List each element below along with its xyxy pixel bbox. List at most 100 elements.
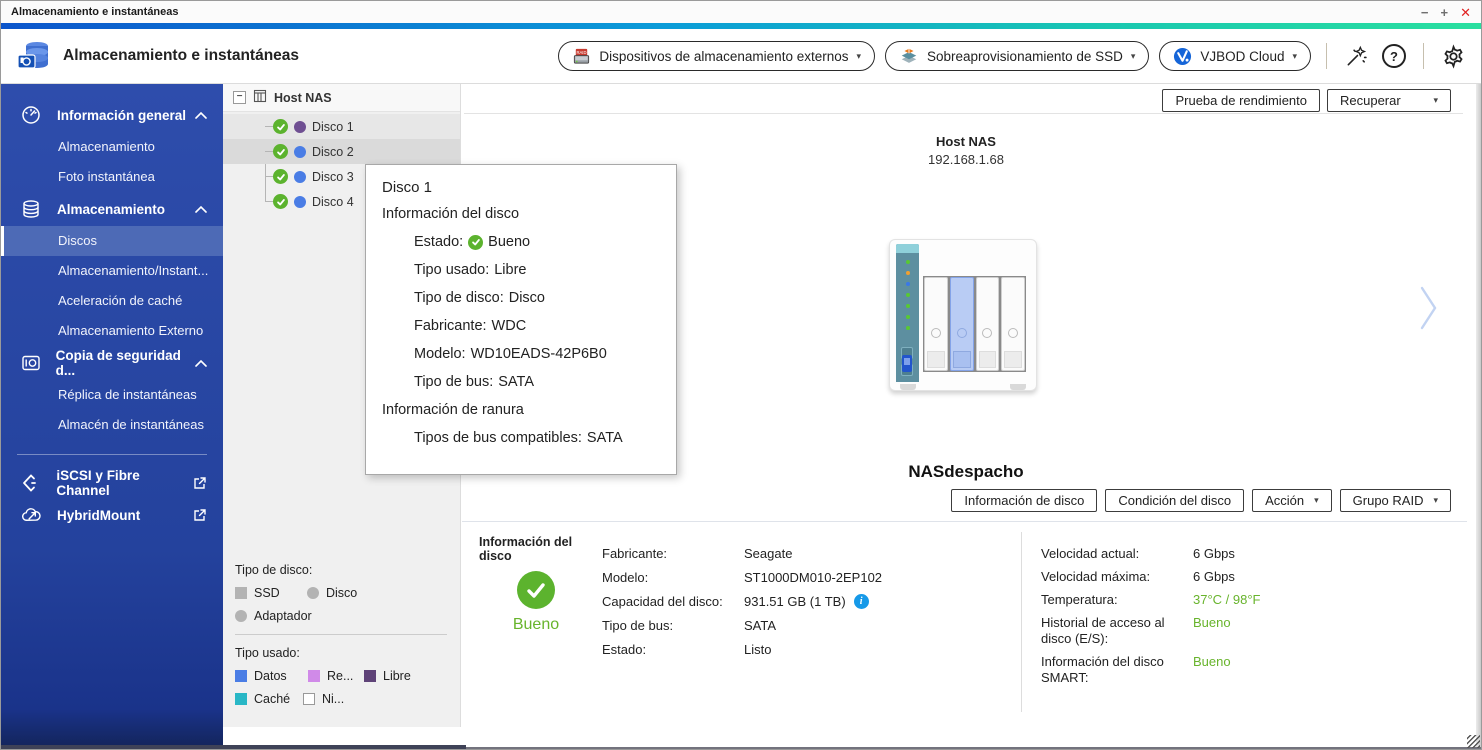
ssd-overprovisioning-icon xyxy=(899,47,919,66)
external-link-icon xyxy=(193,476,207,490)
section-label: Información general xyxy=(57,107,187,123)
tree-connector xyxy=(265,151,273,152)
tooltip-label: Tipos de bus compatibles: xyxy=(414,430,582,446)
nas-usb-port xyxy=(902,355,912,372)
sidebar-item-replica-de-instantaneas[interactable]: Réplica de instantáneas xyxy=(1,380,223,410)
status-good-icon xyxy=(273,169,288,184)
help-icon[interactable]: ? xyxy=(1380,44,1408,68)
tree-root-host-nas[interactable]: − Host NAS xyxy=(223,84,460,112)
section-label: Copia de seguridad d... xyxy=(55,348,181,378)
detail-row: Velocidad máxima: 6 Gbps xyxy=(1041,569,1441,585)
resize-grip[interactable] xyxy=(1467,735,1480,748)
tree-connector xyxy=(265,126,273,127)
status-good-icon xyxy=(273,144,288,159)
accion-button[interactable]: Acción ▾ xyxy=(1252,489,1332,512)
dispositivos-de-almacenamiento-externos-button[interactable]: RAID Dispositivos de almacenamiento exte… xyxy=(558,41,876,71)
tooltip-value: SATA xyxy=(586,430,623,446)
detail-label: Fabricante: xyxy=(602,546,668,561)
info-icon[interactable]: i xyxy=(853,594,869,609)
nas-drive-bays xyxy=(923,276,1026,372)
disk-tooltip: Disco 1 Información del disco Estado: Bue… xyxy=(365,164,677,475)
disk-type-dot xyxy=(294,195,306,208)
tree-item-label: Disco 4 xyxy=(312,194,354,209)
tree-root-label: Host NAS xyxy=(274,90,332,105)
sidebar-item-aceleracion-de-cache[interactable]: Aceleración de caché xyxy=(1,286,223,316)
sidebar-item-almacenamiento-instant[interactable]: Almacenamiento/Instant... xyxy=(1,256,223,286)
nas-led xyxy=(906,293,910,297)
sidebar-item-almacenamiento[interactable]: Almacenamiento xyxy=(1,132,223,162)
detail-label: Tipo de bus: xyxy=(602,618,674,633)
nas-led xyxy=(906,326,910,330)
detail-value: 931.51 GB (1 TB) i xyxy=(744,594,882,609)
bay-lock xyxy=(956,327,967,338)
legend-label: Ni... xyxy=(322,692,345,706)
sobreaprovisionamiento-de-ssd-button[interactable]: Sobreaprovisionamiento de SSD ▾ xyxy=(885,41,1150,71)
host-block: Host NAS 192.168.1.68 xyxy=(462,84,1470,167)
detail-value: 37°C / 98°F xyxy=(1193,592,1261,607)
legend-swatch xyxy=(235,587,247,599)
legend-item-cache: Caché xyxy=(235,692,303,706)
legend-label: Disco xyxy=(326,586,358,600)
sidebar-item-almacenamiento-externo[interactable]: Almacenamiento Externo xyxy=(1,316,223,346)
detail-label: Velocidad actual: xyxy=(1041,546,1140,561)
chevron-up-icon[interactable] xyxy=(195,205,207,213)
chevron-up-icon[interactable] xyxy=(195,359,207,367)
legend-swatch xyxy=(303,693,315,705)
toolbar-divider xyxy=(1423,43,1424,69)
disk-health: Bueno xyxy=(497,571,575,634)
tree-item-disco-2[interactable]: Disco 2 xyxy=(223,139,460,164)
bay-lock xyxy=(982,327,993,338)
condicion-del-disco-button[interactable]: Condición del disco xyxy=(1105,489,1245,512)
collapse-icon[interactable]: − xyxy=(233,91,246,104)
sidebar-link-iscsi-y-fibre-channel[interactable]: iSCSI y Fibre Channel xyxy=(1,467,223,499)
detail-label: Capacidad del disco: xyxy=(602,594,723,609)
sidebar-section-informacion-general[interactable]: Información general xyxy=(1,98,223,132)
external-storage-raid-icon: RAID xyxy=(572,47,591,66)
title-bar: Almacenamiento e instantáneas − + ✕ xyxy=(1,1,1481,23)
grupo-raid-button[interactable]: Grupo RAID ▾ xyxy=(1339,489,1451,512)
magic-wand-icon[interactable] xyxy=(1342,45,1370,68)
close-button[interactable]: ✕ xyxy=(1460,6,1471,19)
sidebar-section-almacenamiento[interactable]: Almacenamiento xyxy=(1,192,223,226)
tooltip-value: Bueno xyxy=(488,234,531,250)
button-label: VJBOD Cloud xyxy=(1200,48,1285,64)
vjbod-cloud-icon xyxy=(1173,47,1192,66)
tooltip-row-estado: Estado: Bueno xyxy=(414,234,660,250)
sidebar-item-discos[interactable]: Discos xyxy=(1,226,223,256)
tree-connector xyxy=(265,201,273,202)
tooltip-value: WD10EADS-42P6B0 xyxy=(470,346,607,362)
chevron-up-icon[interactable] xyxy=(195,111,207,119)
tooltip-section-header: Información de ranura xyxy=(382,402,524,418)
tree-item-disco-1[interactable]: Disco 1 xyxy=(223,114,460,139)
sidebar-item-foto-instantanea[interactable]: Foto instantánea xyxy=(1,162,223,192)
tooltip-title: Disco 1 xyxy=(382,179,433,196)
detail-value: SATA xyxy=(744,618,777,633)
legend-label: Libre xyxy=(383,669,411,683)
status-good-icon xyxy=(517,571,555,609)
scrollbar-track[interactable] xyxy=(1476,84,1481,749)
minimize-button[interactable]: − xyxy=(1421,6,1429,19)
link-label: HybridMount xyxy=(57,507,141,523)
drive-bay-3[interactable] xyxy=(975,277,1000,371)
drive-bay-2[interactable] xyxy=(949,277,974,371)
maximize-button[interactable]: + xyxy=(1441,6,1449,19)
informacion-de-disco-button[interactable]: Información de disco xyxy=(951,489,1098,512)
sidebar-item-almacen-de-instantaneas[interactable]: Almacén de instantáneas xyxy=(1,410,223,440)
detail-label: Velocidad máxima: xyxy=(1041,569,1151,584)
disk-stats-grid: Velocidad actual: 6 Gbps Velocidad máxim… xyxy=(1041,546,1441,693)
carousel-next-arrow[interactable] xyxy=(1419,284,1439,337)
legend-item-datos: Datos xyxy=(235,669,308,683)
tooltip-row-tipos-de-bus-compatibles: Tipos de bus compatibles: SATA xyxy=(414,430,660,446)
sidebar-section-copia-de-seguridad-d[interactable]: Copia de seguridad d... xyxy=(1,346,223,380)
tooltip-value: SATA xyxy=(498,374,534,390)
tooltip-value: WDC xyxy=(491,318,527,334)
drive-bay-1[interactable] xyxy=(924,277,948,371)
status-good-icon xyxy=(273,194,288,209)
sidebar-link-hybridmount[interactable]: HybridMount xyxy=(1,499,223,531)
vjbod-cloud-button[interactable]: VJBOD Cloud ▾ xyxy=(1159,41,1311,71)
settings-gear-icon[interactable] xyxy=(1439,43,1467,69)
detail-label: Información del disco SMART: xyxy=(1041,654,1164,685)
tooltip-label: Tipo de disco: xyxy=(414,290,504,306)
drive-bay-4[interactable] xyxy=(1001,277,1025,371)
legend-swatch xyxy=(235,670,247,682)
